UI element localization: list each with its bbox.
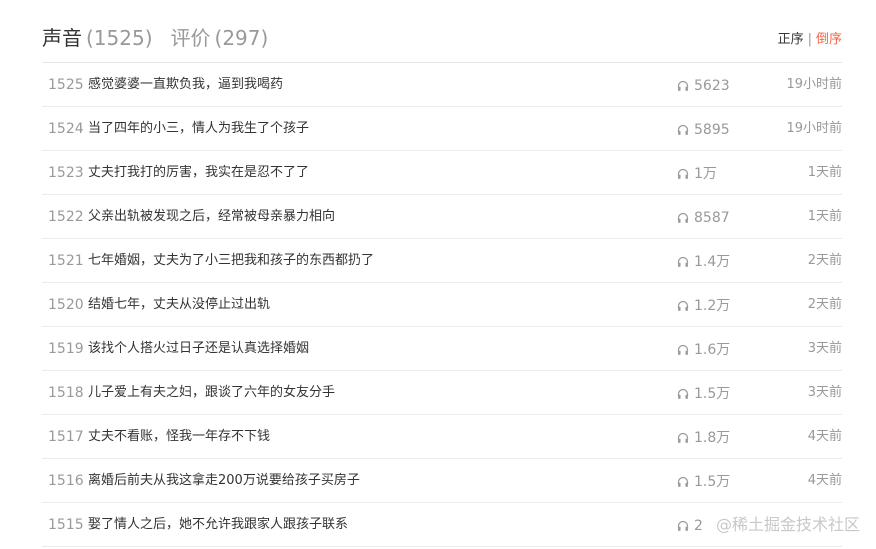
tab-reviews-count: (297): [214, 26, 269, 50]
track-index: 1522: [48, 209, 84, 225]
track-index: 1521: [48, 253, 84, 269]
track-title[interactable]: 感觉婆婆一直欺负我，逼到我喝药: [88, 76, 283, 94]
track-play-count: 2: [694, 518, 703, 534]
tab-sounds[interactable]: 声音 (1525): [42, 24, 153, 52]
track-index: 1518: [48, 385, 84, 401]
track-index: 1523: [48, 165, 84, 181]
track-index: 1525: [48, 77, 84, 93]
tab-reviews-label: 评价: [170, 26, 211, 50]
track-title[interactable]: 儿子爱上有夫之妇，跟谈了六年的女友分手: [88, 384, 335, 402]
track-index: 1524: [48, 121, 84, 137]
sort-asc-button[interactable]: 正序: [778, 32, 804, 47]
track-time: 3天前: [807, 341, 842, 356]
track-row[interactable]: 1517 丈夫不看账，怪我一年存不下钱 1.8万 4天前: [42, 415, 842, 459]
track-index: 1515: [48, 517, 84, 533]
track-index: 1517: [48, 429, 84, 445]
watermark: @稀土掘金技术社区: [715, 515, 860, 534]
track-plays: 1.2万: [677, 297, 730, 315]
track-row[interactable]: 1525 感觉婆婆一直欺负我，逼到我喝药 5623 19小时前: [42, 63, 842, 107]
track-plays: 8587: [677, 209, 730, 227]
headphones-icon: [677, 256, 694, 268]
headphones-icon: [677, 168, 694, 180]
track-row[interactable]: 1522 父亲出轨被发现之后，经常被母亲暴力相向 8587 1天前: [42, 195, 842, 239]
track-row[interactable]: 1523 丈夫打我打的厉害，我实在是忍不了了 1万 1天前: [42, 151, 842, 195]
track-row[interactable]: 1524 当了四年的小三，情人为我生了个孩子 5895 19小时前: [42, 107, 842, 151]
sort-desc-button[interactable]: 倒序: [816, 32, 842, 47]
track-title[interactable]: 父亲出轨被发现之后，经常被母亲暴力相向: [88, 208, 335, 226]
headphones-icon: [677, 344, 694, 356]
track-play-count: 1万: [694, 166, 717, 182]
track-time: 2天前: [807, 297, 842, 312]
track-title[interactable]: 当了四年的小三，情人为我生了个孩子: [88, 120, 309, 138]
headphones-icon: [677, 520, 694, 532]
track-row[interactable]: 1520 结婚七年，丈夫从没停止过出轨 1.2万 2天前: [42, 283, 842, 327]
track-time: 4天前: [807, 429, 842, 444]
headphones-icon: [677, 388, 694, 400]
headphones-icon: [677, 476, 694, 488]
headphones-icon: [677, 212, 694, 224]
track-plays: 1.5万: [677, 473, 730, 491]
track-play-count: 1.5万: [694, 474, 731, 490]
track-title[interactable]: 该找个人搭火过日子还是认真选择婚姻: [88, 340, 309, 358]
track-index: 1520: [48, 297, 84, 313]
track-plays: 1万: [677, 165, 717, 183]
track-title[interactable]: 结婚七年，丈夫从没停止过出轨: [88, 296, 270, 314]
track-time: 1天前: [807, 209, 842, 224]
track-plays: 2: [677, 517, 703, 535]
track-play-count: 5623: [694, 78, 730, 94]
track-row[interactable]: 1518 儿子爱上有夫之妇，跟谈了六年的女友分手 1.5万 3天前: [42, 371, 842, 415]
track-row[interactable]: 1516 离婚后前夫从我这拿走200万说要给孩子买房子 1.5万 4天前: [42, 459, 842, 503]
sort-separator: |: [807, 32, 812, 47]
tab-sounds-count: (1525): [86, 26, 153, 50]
track-row[interactable]: 1519 该找个人搭火过日子还是认真选择婚姻 1.6万 3天前: [42, 327, 842, 371]
headphones-icon: [677, 80, 694, 92]
track-time: 19小时前: [786, 121, 842, 136]
track-title[interactable]: 娶了情人之后，她不允许我跟家人跟孩子联系: [88, 516, 348, 534]
track-play-count: 1.4万: [694, 254, 731, 270]
track-time: 19小时前: [786, 77, 842, 92]
tab-reviews[interactable]: 评价 (297): [171, 24, 269, 52]
tab-sounds-label: 声音: [42, 26, 82, 50]
track-plays: 1.8万: [677, 429, 730, 447]
track-plays: 1.6万: [677, 341, 730, 359]
track-title[interactable]: 丈夫打我打的厉害，我实在是忍不了了: [88, 164, 309, 182]
track-time: 1天前: [807, 165, 842, 180]
track-play-count: 1.2万: [694, 298, 731, 314]
track-play-count: 5895: [694, 122, 730, 138]
track-title[interactable]: 离婚后前夫从我这拿走200万说要给孩子买房子: [88, 472, 360, 490]
track-play-count: 8587: [694, 210, 730, 226]
track-title[interactable]: 七年婚姻，丈夫为了小三把我和孩子的东西都扔了: [88, 252, 374, 270]
track-play-count: 1.5万: [694, 386, 731, 402]
track-time: 4天前: [807, 473, 842, 488]
sort-toggle: 正序 | 倒序: [778, 31, 842, 49]
headphones-icon: [677, 432, 694, 444]
track-title[interactable]: 丈夫不看账，怪我一年存不下钱: [88, 428, 270, 446]
track-plays: 5895: [677, 121, 730, 139]
list-header: 声音 (1525) 评价 (297) 正序 | 倒序: [42, 0, 842, 63]
track-time: 2天前: [807, 253, 842, 268]
track-play-count: 1.6万: [694, 342, 731, 358]
track-plays: 1.5万: [677, 385, 730, 403]
track-index: 1519: [48, 341, 84, 357]
track-list: 1525 感觉婆婆一直欺负我，逼到我喝药 5623 19小时前 1524 当了四年的小三，…: [42, 63, 842, 547]
track-index: 1516: [48, 473, 84, 489]
track-plays: 5623: [677, 77, 730, 95]
tab-bar: 声音 (1525) 评价 (297): [42, 24, 268, 52]
track-row[interactable]: 1521 七年婚姻，丈夫为了小三把我和孩子的东西都扔了 1.4万 2天前: [42, 239, 842, 283]
headphones-icon: [677, 124, 694, 136]
track-plays: 1.4万: [677, 253, 730, 271]
track-play-count: 1.8万: [694, 430, 731, 446]
track-list-panel: 声音 (1525) 评价 (297) 正序 | 倒序 1525 感觉婆婆一直欺负我，逼到我…: [42, 0, 842, 547]
headphones-icon: [677, 300, 694, 312]
track-time: 3天前: [807, 385, 842, 400]
